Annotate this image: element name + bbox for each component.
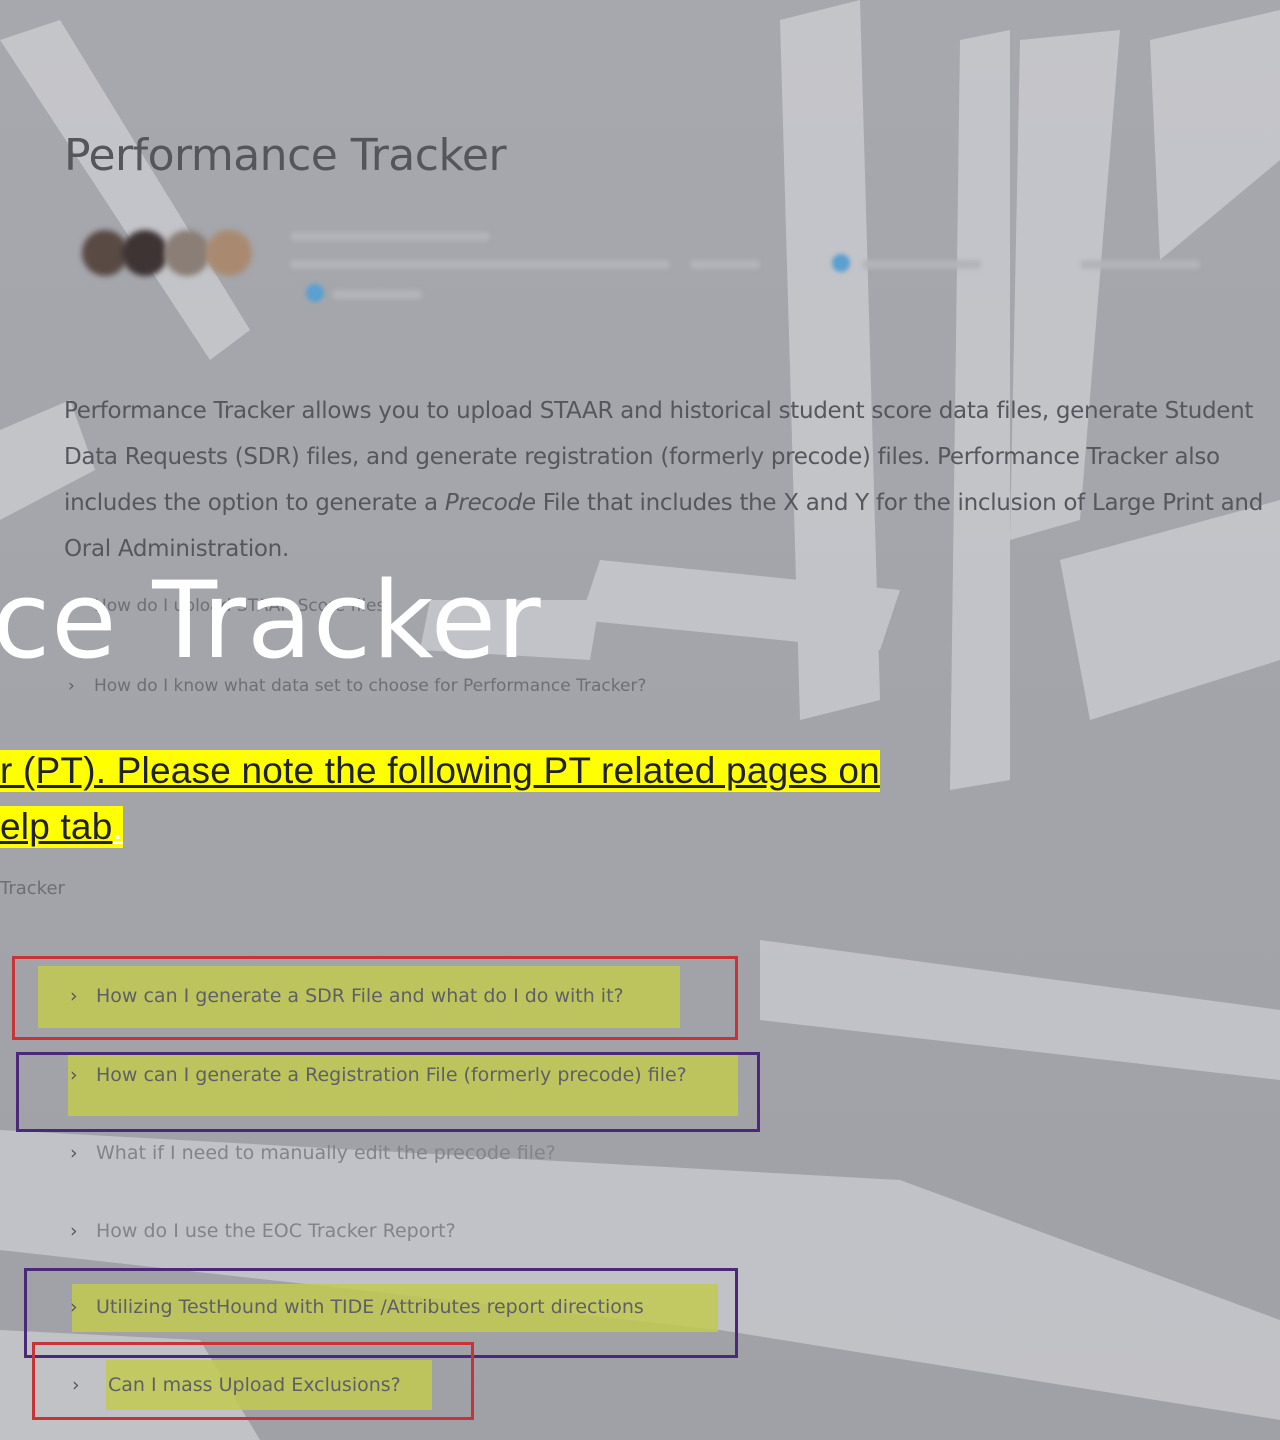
date-meta-blurred xyxy=(290,260,670,269)
page-title: Performance Tracker xyxy=(64,130,507,181)
tag-icon xyxy=(306,284,324,302)
chevron-right-icon: › xyxy=(70,1220,78,1242)
annotation-box-red xyxy=(32,1342,474,1420)
annotation-box-red xyxy=(12,956,738,1040)
faq-item-eoc-tracker[interactable]: › How do I use the EOC Tracker Report? xyxy=(70,1220,456,1242)
highlighted-note-line-2[interactable]: elp tab. xyxy=(0,806,123,848)
avatar xyxy=(122,230,168,276)
faq-label: How do I use the EOC Tracker Report? xyxy=(96,1220,456,1242)
highlighted-note-line-1: r (PT). Please note the following PT rel… xyxy=(0,750,880,792)
info-icon xyxy=(832,254,850,272)
avatar xyxy=(206,230,252,276)
help-tab-link[interactable]: elp tab xyxy=(0,806,113,847)
faq-item-edit-precode[interactable]: › What if I need to manually edit the pre… xyxy=(70,1142,556,1164)
tag-label-blurred xyxy=(332,290,422,299)
meta-link-blurred xyxy=(1080,260,1200,269)
chevron-right-icon: › xyxy=(70,1142,78,1164)
meta-link-blurred xyxy=(862,260,982,269)
author-meta-blurred xyxy=(290,232,490,241)
avatar xyxy=(164,230,210,276)
period: . xyxy=(112,806,123,847)
intro-paragraph: Performance Tracker allows you to upload… xyxy=(64,388,1280,572)
intro-italic: Precode xyxy=(444,490,536,516)
contributor-avatars xyxy=(72,220,272,290)
annotation-box-purple xyxy=(16,1052,760,1132)
meta-separator-blurred xyxy=(690,260,760,269)
slide-title: ce Tracker xyxy=(0,559,542,682)
breadcrumb[interactable]: Tracker xyxy=(0,878,65,899)
faq-label: What if I need to manually edit the prec… xyxy=(96,1142,556,1164)
